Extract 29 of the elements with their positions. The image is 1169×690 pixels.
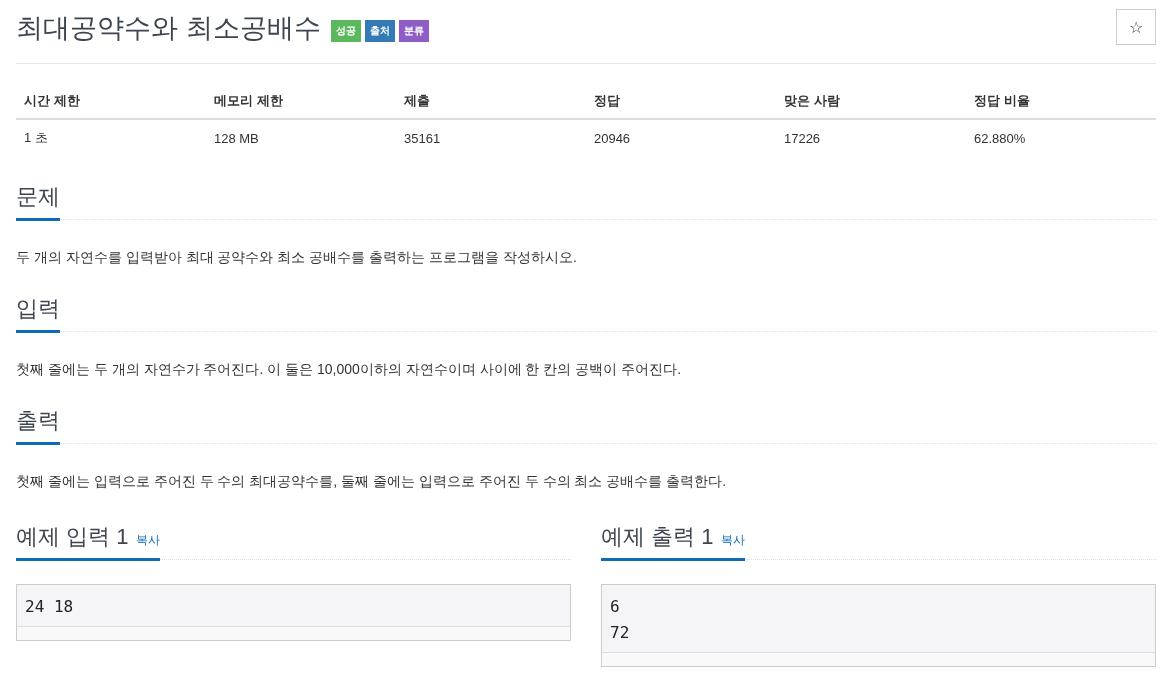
table-cell: 35161 xyxy=(395,119,586,156)
problem-label[interactable]: 출처 xyxy=(364,20,395,42)
code-line: 72 xyxy=(610,622,631,644)
column-header: 정답 xyxy=(585,84,776,119)
problem-title: 최대공약수와 최소공배수 xyxy=(16,12,321,45)
column-header: 시간 제한 xyxy=(16,84,206,119)
section-heading: 입력 xyxy=(16,294,60,333)
section-text: 두 개의 자연수를 입력받아 최대 공약수와 최소 공배수를 출력하는 프로그램을 작성하시오. xyxy=(16,248,578,267)
table-cell: 20946 xyxy=(585,119,776,156)
star-button[interactable]: ☆ xyxy=(1116,9,1156,45)
section-text: 첫째 줄에는 두 개의 자연수가 주어진다. 이 둘은 10,000이하의 자연수이며 사이에 한 칸의 공백이 주어진다. xyxy=(16,360,683,379)
code-line: 6 xyxy=(610,596,621,618)
sample-heading: 예제 출력 1 xyxy=(601,523,714,551)
section-text: 첫째 줄에는 입력으로 주어진 두 수의 최대공약수를, 둘째 줄에는 입력으로 주어진 두 수의 최소 공배수를 출력한다. xyxy=(16,472,728,491)
column-header: 맞은 사람 xyxy=(775,84,966,119)
column-header: 제출 xyxy=(395,84,586,119)
copy-link[interactable]: 복사 xyxy=(136,532,161,549)
sample-heading: 예제 입력 1 xyxy=(16,523,129,551)
section-heading: 출력 xyxy=(16,406,60,445)
table-cell: 128 MB xyxy=(206,119,396,156)
section-heading: 문제 xyxy=(16,182,60,221)
copy-link[interactable]: 복사 xyxy=(721,532,746,549)
table-cell: 17226 xyxy=(775,119,966,156)
code-line: 24 18 xyxy=(25,596,75,618)
table-cell: 1 초 xyxy=(16,119,206,156)
column-header: 메모리 제한 xyxy=(206,84,396,119)
problem-label[interactable]: 분류 xyxy=(398,20,429,42)
table-cell: 62.880% xyxy=(965,119,1156,156)
column-header: 정답 비율 xyxy=(965,84,1156,119)
